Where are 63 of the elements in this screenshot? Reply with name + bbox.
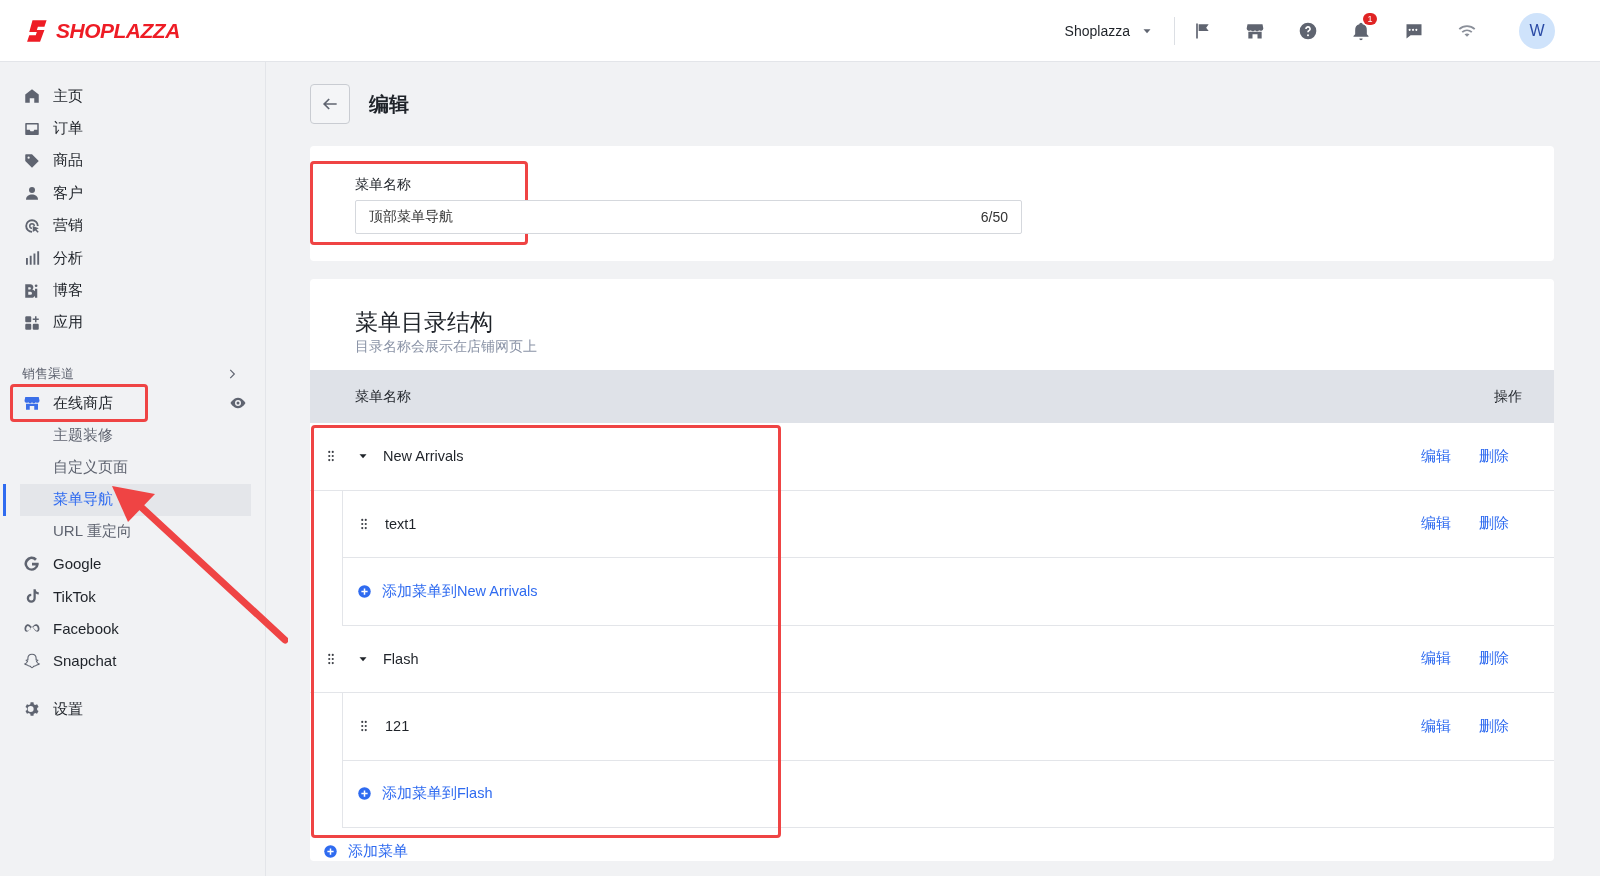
- action-link[interactable]: 删除: [1479, 446, 1509, 466]
- sidebar-subitem[interactable]: URL 重定向: [20, 515, 251, 548]
- menu-item-label: 121: [385, 718, 410, 735]
- bar-chart-icon: [23, 249, 41, 268]
- help-icon: [1298, 20, 1318, 41]
- google-icon: [23, 554, 41, 573]
- logo[interactable]: SHOPLAZZA: [26, 17, 180, 44]
- sidebar-subitem[interactable]: 菜单导航: [20, 483, 251, 516]
- sidebar-subitem[interactable]: 主题装修: [20, 419, 251, 452]
- sidebar-item[interactable]: 博客: [0, 274, 251, 307]
- sidebar-item[interactable]: 分析: [0, 241, 251, 275]
- back-button[interactable]: [310, 84, 350, 124]
- store-switcher[interactable]: Shoplazza: [1064, 22, 1154, 39]
- menu-item-label: New Arrivals: [383, 448, 464, 465]
- section-title: 菜单目录结构: [355, 308, 493, 337]
- sidebar-item[interactable]: 订单: [0, 112, 251, 145]
- action-link[interactable]: 编辑: [1421, 649, 1451, 669]
- sidebar-item[interactable]: 营销: [0, 209, 251, 242]
- plus-circle-icon: [357, 786, 372, 802]
- action-link[interactable]: 编辑: [1421, 716, 1451, 736]
- action-link[interactable]: 编辑: [1421, 514, 1451, 534]
- sidebar-item[interactable]: 商品: [0, 144, 251, 178]
- sidebar-item[interactable]: 客户: [0, 177, 251, 210]
- menu-item-label: text1: [385, 515, 417, 532]
- sidebar-item[interactable]: 在线商店: [23, 393, 113, 413]
- cursor-target-icon: [23, 216, 41, 235]
- ghost-icon: [23, 651, 41, 670]
- add-menu-link[interactable]: 添加菜单: [323, 842, 1554, 861]
- sidebar-item[interactable]: Snapchat: [0, 644, 251, 678]
- selection-indicator: [3, 483, 6, 516]
- action-link[interactable]: 删除: [1479, 514, 1509, 534]
- add-submenu-link[interactable]: 添加菜单到New Arrivals: [357, 581, 538, 601]
- section-label: 销售渠道: [22, 365, 74, 384]
- sidebar-item[interactable]: TikTok: [0, 579, 251, 613]
- help-button[interactable]: [1298, 20, 1318, 41]
- add-submenu-link[interactable]: 添加菜单到Flash: [357, 784, 493, 804]
- bell-button[interactable]: [1351, 20, 1371, 41]
- menu-item-label: Flash: [383, 650, 419, 667]
- action-link[interactable]: 删除: [1479, 649, 1509, 669]
- field-label: 菜单名称: [355, 176, 411, 194]
- sidebar-item[interactable]: Google: [0, 547, 251, 580]
- sidebar-item[interactable]: Facebook: [0, 612, 251, 645]
- section-subtitle: 目录名称会展示在店铺网页上: [355, 338, 537, 356]
- plus-circle-icon: [357, 583, 372, 599]
- apps-icon: [23, 313, 41, 332]
- column-header: 操作: [1494, 387, 1522, 406]
- sidebar-item[interactable]: 应用: [0, 306, 251, 340]
- storefront-icon: [23, 394, 41, 413]
- column-header: 菜单名称: [355, 387, 411, 406]
- notification-badge: 1: [1363, 12, 1377, 25]
- sidebar-item[interactable]: 主页: [0, 80, 251, 113]
- tag-icon: [23, 151, 41, 170]
- person-icon: [23, 184, 41, 203]
- page-title: 编辑: [369, 91, 409, 117]
- bell-icon: [1351, 20, 1371, 41]
- settings-icon: [23, 700, 41, 719]
- sidebar-subitem[interactable]: 自定义页面: [20, 451, 251, 484]
- home-icon: [23, 87, 41, 106]
- sidebar-item[interactable]: 设置: [0, 693, 251, 726]
- action-link[interactable]: 删除: [1479, 716, 1509, 736]
- avatar[interactable]: W: [1519, 12, 1555, 49]
- action-link[interactable]: 编辑: [1421, 446, 1451, 466]
- character-counter: 6/50: [980, 209, 1008, 225]
